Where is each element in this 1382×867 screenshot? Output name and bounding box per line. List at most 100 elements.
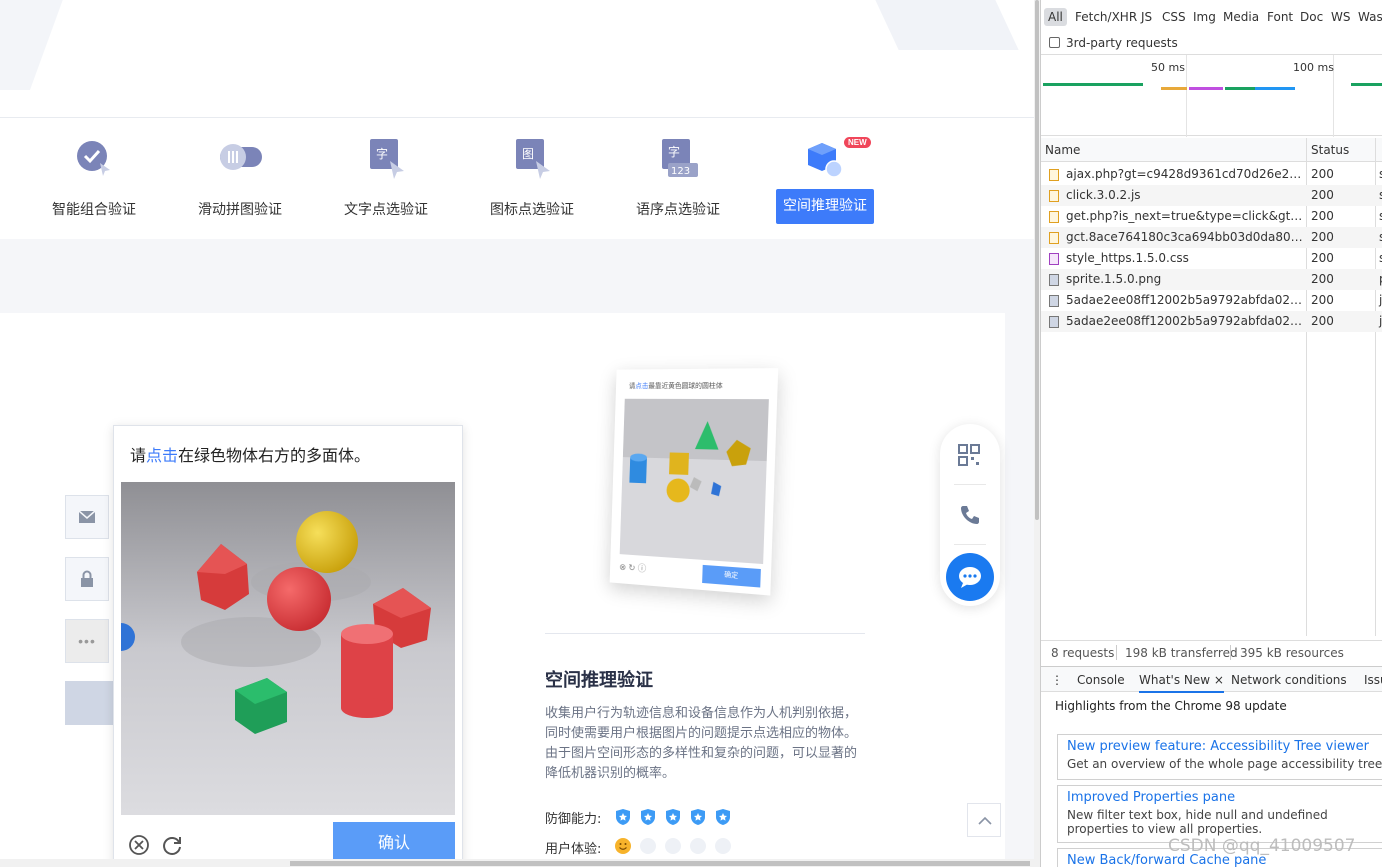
captcha-type-tabs: 智能组合验证 滑动拼图验证 字 文字点选验证 图 图标点选验证 字 123 语序… (0, 119, 1034, 239)
network-timeline[interactable]: 50 ms 100 ms (1041, 54, 1382, 136)
tab-slide-puzzle[interactable]: 滑动拼图验证 (190, 119, 290, 239)
captcha-popup: 请点击在绿色物体右方的多面体。 确认 (113, 425, 463, 867)
request-row[interactable]: 5adae2ee08ff12002b5a9792abfda02f.jpg?c..… (1041, 311, 1382, 332)
tab-issues[interactable]: Issu (1364, 673, 1382, 687)
request-name[interactable]: ajax.php?gt=c9428d9361cd70d26e28d7cd... (1066, 167, 1304, 181)
script-file-icon (1049, 211, 1059, 223)
request-name[interactable]: sprite.1.5.0.png (1066, 272, 1304, 286)
whats-new-card[interactable]: Improved Properties pane New filter text… (1057, 785, 1382, 843)
tab-label: 滑动拼图验证 (190, 199, 290, 219)
tab-network-conditions[interactable]: Network conditions (1231, 673, 1347, 687)
filter-font[interactable]: Font (1267, 10, 1293, 24)
captcha-trigger[interactable]: ••• (65, 619, 109, 663)
qr-code-icon[interactable] (958, 444, 980, 466)
card-description: Get an overview of the whole page access… (1067, 757, 1382, 771)
request-status: 200 (1311, 314, 1334, 328)
experience-label: 用户体验: (545, 838, 601, 857)
icon-click-icon: 图 (510, 137, 554, 181)
filter-img[interactable]: Img (1193, 10, 1216, 24)
request-row[interactable]: style_https.1.5.0.css200s (1041, 248, 1382, 269)
tab-spatial-reasoning[interactable]: NEW 空间推理验证 (774, 119, 874, 239)
web-page: 智能组合验证 滑动拼图验证 字 文字点选验证 图 图标点选验证 字 123 语序… (0, 0, 1034, 867)
whats-new-card[interactable]: New preview feature: Accessibility Tree … (1057, 734, 1382, 780)
request-name[interactable]: style_https.1.5.0.css (1066, 251, 1304, 265)
captcha-image[interactable] (121, 482, 455, 815)
image-file-icon (1049, 295, 1059, 307)
request-name[interactable]: 5adae2ee08ff12002b5a9792abfda02f.jpg?c..… (1066, 293, 1304, 307)
tab-whats-new[interactable]: What's New × (1139, 673, 1224, 693)
chevron-up-icon (978, 816, 992, 825)
hero-banner (0, 0, 1034, 118)
request-status: 200 (1311, 167, 1334, 181)
filter-ws[interactable]: WS (1331, 10, 1350, 24)
stylesheet-file-icon (1049, 253, 1059, 265)
slider-toggle-icon (218, 137, 262, 181)
request-row[interactable]: 5adae2ee08ff12002b5a9792abfda02f.jpg?c..… (1041, 290, 1382, 311)
tab-label: 空间推理验证 (776, 189, 874, 224)
filter-fetch-xhr[interactable]: Fetch/XHR (1075, 10, 1137, 24)
request-row[interactable]: click.3.0.2.js200s (1041, 185, 1382, 206)
tab-text-click[interactable]: 字 文字点选验证 (336, 119, 436, 239)
password-field[interactable] (65, 557, 109, 601)
checkbox[interactable] (1049, 37, 1060, 48)
tab-label: 文字点选验证 (336, 199, 436, 219)
resources-size: 395 kB resources (1240, 646, 1344, 660)
svg-text:字: 字 (376, 146, 388, 161)
card-title[interactable]: New preview feature: Accessibility Tree … (1067, 739, 1382, 754)
preview-icons: ⊗ ↻ ⓘ (619, 560, 646, 575)
image-file-icon (1049, 274, 1059, 286)
floating-contact-panel (940, 424, 1000, 606)
column-name[interactable]: Name (1045, 143, 1080, 157)
request-name[interactable]: 5adae2ee08ff12002b5a9792abfda02f.jpg?c..… (1066, 314, 1304, 328)
tab-word-order[interactable]: 字 123 语序点选验证 (628, 119, 728, 239)
drawer-menu-icon[interactable]: ⋮ (1051, 673, 1063, 687)
filter-css[interactable]: CSS (1162, 10, 1186, 24)
tab-label: 语序点选验证 (628, 199, 728, 219)
filter-media[interactable]: Media (1223, 10, 1259, 24)
network-summary: 8 requests 198 kB transferred 395 kB res… (1041, 640, 1382, 664)
svg-text:字: 字 (668, 144, 680, 159)
image-file-icon (1049, 316, 1059, 328)
preview-image (620, 399, 769, 564)
tab-smart-combo[interactable]: 智能组合验证 (44, 119, 144, 239)
tab-icon-click[interactable]: 图 图标点选验证 (482, 119, 582, 239)
request-name[interactable]: get.php?is_next=true&type=click&gt=c94..… (1066, 209, 1304, 223)
request-name[interactable]: click.3.0.2.js (1066, 188, 1304, 202)
tab-label: 智能组合验证 (44, 199, 144, 219)
shield-icon (715, 808, 731, 826)
request-row[interactable]: get.php?is_next=true&type=click&gt=c94..… (1041, 206, 1382, 227)
request-row[interactable]: ajax.php?gt=c9428d9361cd70d26e28d7cd... 2… (1041, 164, 1382, 185)
back-to-top-button[interactable] (967, 803, 1001, 837)
confirm-button[interactable]: 确认 (333, 822, 455, 864)
chat-button[interactable] (946, 553, 994, 601)
request-row[interactable]: gct.8ace764180c3ca694bb03d0da8024bcd.js 2… (1041, 227, 1382, 248)
timeline-label: 100 ms (1293, 61, 1334, 74)
close-tab-icon[interactable]: × (1214, 673, 1224, 687)
refresh-icon[interactable] (161, 834, 183, 862)
smile-icon (615, 838, 631, 854)
filter-all[interactable]: All (1044, 8, 1067, 26)
timeline-label: 50 ms (1151, 61, 1185, 74)
devtools-network-panel: All Fetch/XHR JS CSS Img Media Font Doc … (1040, 0, 1382, 867)
divider (545, 633, 865, 634)
phone-icon[interactable] (959, 504, 981, 526)
word-order-icon: 字 123 (656, 137, 700, 181)
horizontal-scrollbar[interactable] (0, 859, 1034, 867)
email-field[interactable] (65, 495, 109, 539)
filter-wasm[interactable]: Wasm (1358, 10, 1382, 24)
card-title[interactable]: Improved Properties pane (1067, 790, 1382, 805)
spatial-scene-image[interactable] (121, 482, 455, 815)
preview-confirm-button: 确定 (702, 565, 761, 588)
close-icon[interactable] (128, 834, 150, 862)
filter-doc[interactable]: Doc (1300, 10, 1323, 24)
request-name[interactable]: gct.8ace764180c3ca694bb03d0da8024bcd.js (1066, 230, 1304, 244)
shield-icon (665, 808, 681, 826)
text-click-icon: 字 (364, 137, 408, 181)
column-status[interactable]: Status (1311, 143, 1349, 157)
filter-js[interactable]: JS (1141, 10, 1152, 24)
tab-console[interactable]: Console (1077, 673, 1125, 687)
empty-rating-dot (640, 838, 656, 854)
third-party-toggle[interactable]: 3rd-party requests (1049, 36, 1178, 50)
request-row[interactable]: sprite.1.5.0.png200p (1041, 269, 1382, 290)
request-status: 200 (1311, 293, 1334, 307)
